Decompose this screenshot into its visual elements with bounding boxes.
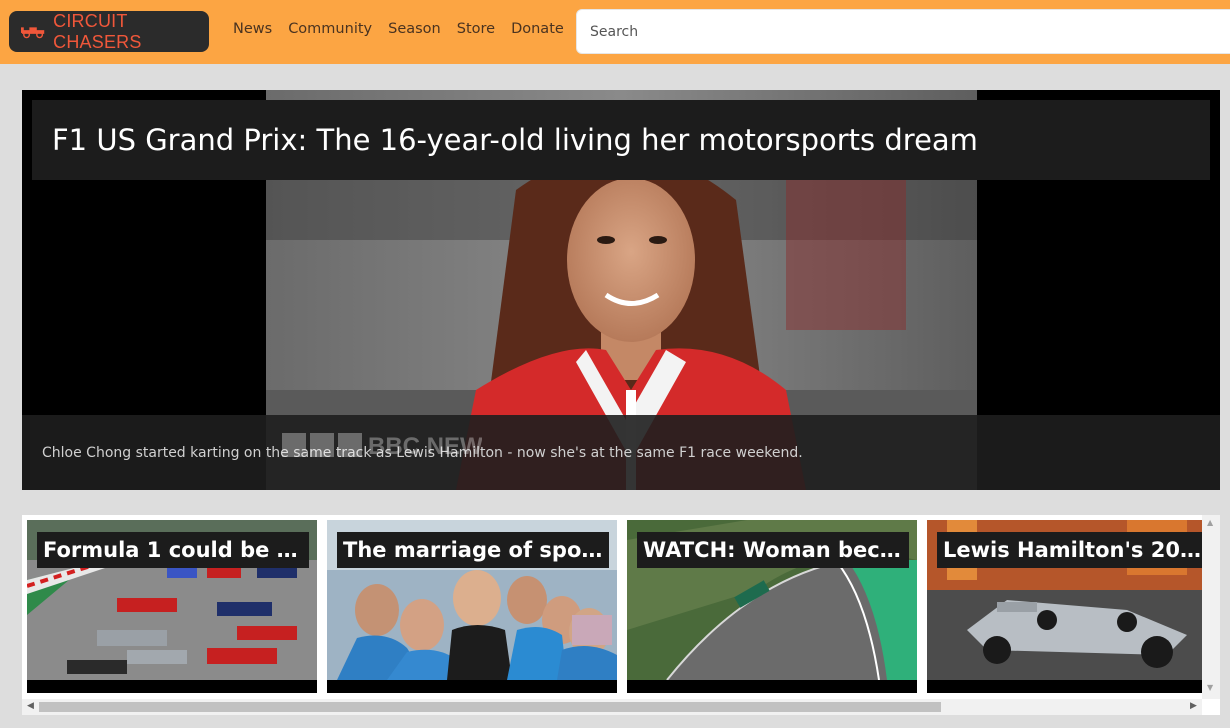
story-card[interactable]: Formula 1 could be co... [27,520,317,693]
card-title-box: Formula 1 could be co... [37,532,309,568]
story-card[interactable]: WATCH: Woman beco... [627,520,917,693]
card-title[interactable]: Formula 1 could be co... [43,538,303,562]
search-input[interactable] [576,9,1230,54]
horizontal-scrollbar[interactable]: ◀ ▶ [22,699,1202,715]
main-nav: News Community Season Store Donate [233,21,564,37]
related-stories-strip: Formula 1 could be co... The marriage of… [22,515,1220,715]
card-title[interactable]: Lewis Hamilton's 2013... [943,538,1203,562]
card-title[interactable]: WATCH: Woman beco... [643,538,903,562]
story-card[interactable]: Lewis Hamilton's 2013... [927,520,1217,693]
hero-caption-box: Chloe Chong started karting on the same … [22,415,1220,490]
scroll-down-icon[interactable]: ▼ [1207,683,1213,692]
navbar: CIRCUIT CHASERS News Community Season St… [0,0,1230,64]
card-title-box: Lewis Hamilton's 2013... [937,532,1209,568]
card-title-box: WATCH: Woman beco... [637,532,909,568]
story-card[interactable]: The marriage of sport... [327,520,617,693]
hero-title-box: F1 US Grand Prix: The 16-year-old living… [32,100,1210,180]
hero-feature[interactable]: F1 US Grand Prix: The 16-year-old living… [22,90,1220,490]
bbc-news-watermark: BBC NEWS [282,433,482,459]
nav-community[interactable]: Community [288,21,372,37]
scroll-right-icon[interactable]: ▶ [1190,701,1197,711]
scroll-left-icon[interactable]: ◀ [27,701,34,711]
scrollbar-thumb[interactable] [39,702,941,712]
nav-donate[interactable]: Donate [511,21,564,37]
site-logo[interactable]: CIRCUIT CHASERS [9,11,209,52]
nav-store[interactable]: Store [457,21,495,37]
race-car-icon [21,26,45,38]
svg-text:BBC NEWS: BBC NEWS [368,433,482,459]
scroll-up-icon[interactable]: ▲ [1207,518,1213,527]
logo-text: CIRCUIT CHASERS [53,10,142,52]
card-title-box: The marriage of sport... [337,532,609,568]
nav-news[interactable]: News [233,21,272,37]
nav-season[interactable]: Season [388,21,441,37]
card-title[interactable]: The marriage of sport... [343,538,603,562]
vertical-scrollbar[interactable]: ▲ ▼ [1202,515,1220,699]
hero-title[interactable]: F1 US Grand Prix: The 16-year-old living… [52,123,978,157]
